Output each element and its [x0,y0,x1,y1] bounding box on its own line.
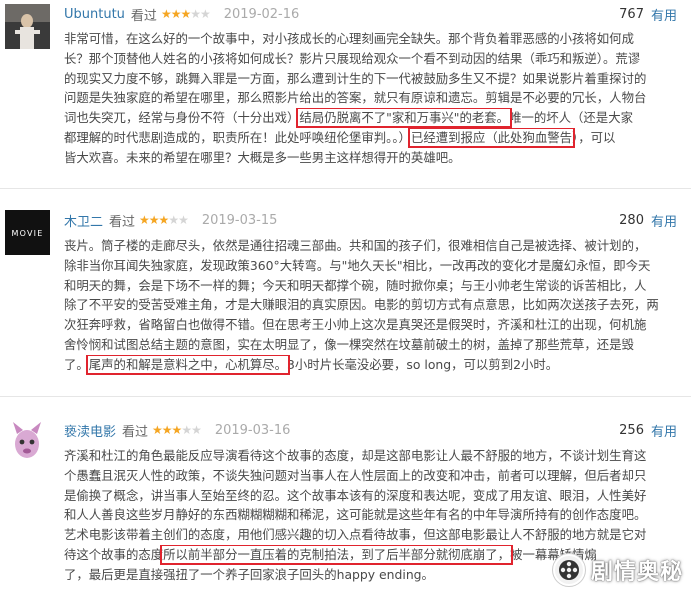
vote-area: 767 有用 [619,4,677,24]
review-line: 问题是失独家庭的希望在哪里，那么照影片给出的答案，就只有原谅和遗忘。剪辑是不必要… [64,90,647,106]
review-line: 都理解的时代悲剧造成的，职责所在！此处呼唤纽伦堡审判。。）已经遭到报应（此处狗血… [64,127,616,148]
vote-area: 280 有用 [619,210,677,230]
divider [0,188,691,189]
review-text: 非常可惜，在这么好的一个故事中，对小孩成长的心理刻画完全缺失。那个背负着罪恶感的… [64,29,680,168]
review-line: 和明天的舞，会是下场不一样的舞；今天和明天都撑个碗，随时掀你桌；与王小帅老生常谈… [64,277,647,293]
vote-count: 256 [619,422,644,438]
review-line: 和人人善良这些岁月静好的东西糊糊糊糊和稀泥，这可能就是这些年有名的中年导演所持有… [64,507,647,523]
avatar[interactable]: MOVIE [5,210,50,255]
svg-text:MOVIE: MOVIE [12,229,44,238]
rating-stars: ★★★★★ [160,7,211,21]
review-date: 2019-03-15 [201,212,278,228]
username-link[interactable]: Ubuntutu [64,7,125,22]
username-link[interactable]: 亵渎电影 [64,421,116,440]
watched-label: 看过 [130,8,157,24]
avatar[interactable] [5,420,50,465]
movie-logo-icon: MOVIE [5,210,50,255]
vote-count: 280 [619,212,644,228]
review-card: MOVIE 木卫二 看过 ★★★★★ 2019-03-15 280 有用 丧片。… [0,208,691,388]
avatar-photo-icon [5,4,50,49]
review-meta: 亵渎电影 看过 ★★★★★ 2019-03-16 [64,420,290,440]
review-line: 词也失突兀，经常与身份不符（十分出戏）结局仍脱离不了"家和万事兴"的老套。唯一的… [64,108,633,128]
highlighted-quote: 已经遭到报应（此处狗血警告 [407,127,576,148]
review-text: 丧片。筒子楼的走廊尽头，依然是通往招魂三部曲。共和国的孩子们，很难相信自己是被选… [64,236,680,375]
watermark-text: 剧情奥秘 [590,560,683,585]
review-line: 次狂奔呼救，省略留白也做得不错。但在思考王小帅上这次是真哭还是假哭时，齐溪和杜江… [64,317,647,333]
review-line: 是偷换了概念，讲当事人至始至终的忍。这个故事本该有的深度和表达呢，变成了用友谊、… [64,487,647,503]
watched-label: 看过 [109,214,136,230]
review-line: 除非当你耳闻失独家庭，发现政策360°大转弯。与"地久天长"相比，一改再改的变化… [64,257,651,273]
review-card: Ubuntutu 看过 ★★★★★ 2019-02-16 767 有用 非常可惜… [0,0,691,186]
highlighted-quote: 结局仍脱离不了"家和万事兴"的老套。 [296,108,513,128]
avatar[interactable] [5,4,50,49]
review-line: 个愚蠢且泯灭人性的政策，不谈失独问题对当事人在人性层面上的改变和冲击，前者可以理… [64,467,647,483]
useful-button[interactable]: 有用 [651,421,677,440]
review-date: 2019-02-16 [223,6,300,22]
useful-button[interactable]: 有用 [651,5,677,24]
watermark: 剧情奥秘 [552,554,683,586]
highlighted-quote: 尾声的和解是意料之中，心机算尽。 [85,354,291,375]
review-line: 非常可惜，在这么好的一个故事中，对小孩成长的心理刻画完全缺失。那个背负着罪恶感的… [64,31,634,46]
review-line: 长？那个顶替他人姓名的小孩将如何成长？影片只展现给观众一个看不到动因的结果（乖巧… [64,50,641,66]
review-line: 皆大欢喜。未来的希望在哪里？大概是多一些男主这样想得开的英雄吧。 [64,149,461,165]
divider [0,396,691,397]
review-meta: Ubuntutu 看过 ★★★★★ 2019-02-16 [64,4,299,24]
review-meta: 木卫二 看过 ★★★★★ 2019-03-15 [64,210,277,230]
rating-stars: ★★★★★ [139,213,189,227]
rating-stars: ★★★★★ [152,423,202,437]
watched-label: 看过 [122,424,149,440]
review-line: 了。尾声的和解是意料之中，心机算尽。3小时片长毫没必要，so long，可以剪到… [64,354,559,375]
vote-count: 767 [619,6,644,22]
review-line: 除了不平安的受苦受难主角，才是大赚眼泪的真实原因。电影的剪切方式有点意思，比如两… [64,297,659,313]
highlighted-quote: 所以前半部分一直压着的克制拍法，到了后半部分就彻底崩了， [160,544,514,565]
review-line: 艺术电影该带着主创们的态度，用他们感兴趣的切入点看待故事，但这部电影最让人不舒服… [64,527,647,543]
review-line: 齐溪和杜江的角色最能反应导演看待这个故事的态度，却是这部电影让人最不舒服的地方，… [64,448,647,463]
review-date: 2019-03-16 [214,422,291,438]
vote-area: 256 有用 [619,420,677,440]
review-line: 丧片。筒子楼的走廊尽头，依然是通往招魂三部曲。共和国的孩子们，很难相信自己是被选… [64,238,647,253]
username-link[interactable]: 木卫二 [64,211,103,230]
film-reel-icon [552,554,585,586]
avatar-character-icon [5,420,50,465]
useful-button[interactable]: 有用 [651,211,677,230]
review-line: 的现实又力度不够，跳舞入罪是一方面，那么遭到计生的下一代被鼓励多生又不提？如果说… [64,70,647,86]
review-line: 舍怜悯和试图总结主题的意图，实在太明显了，像一棵突然在坟墓前破土的树，盖掉了那些… [64,336,634,352]
